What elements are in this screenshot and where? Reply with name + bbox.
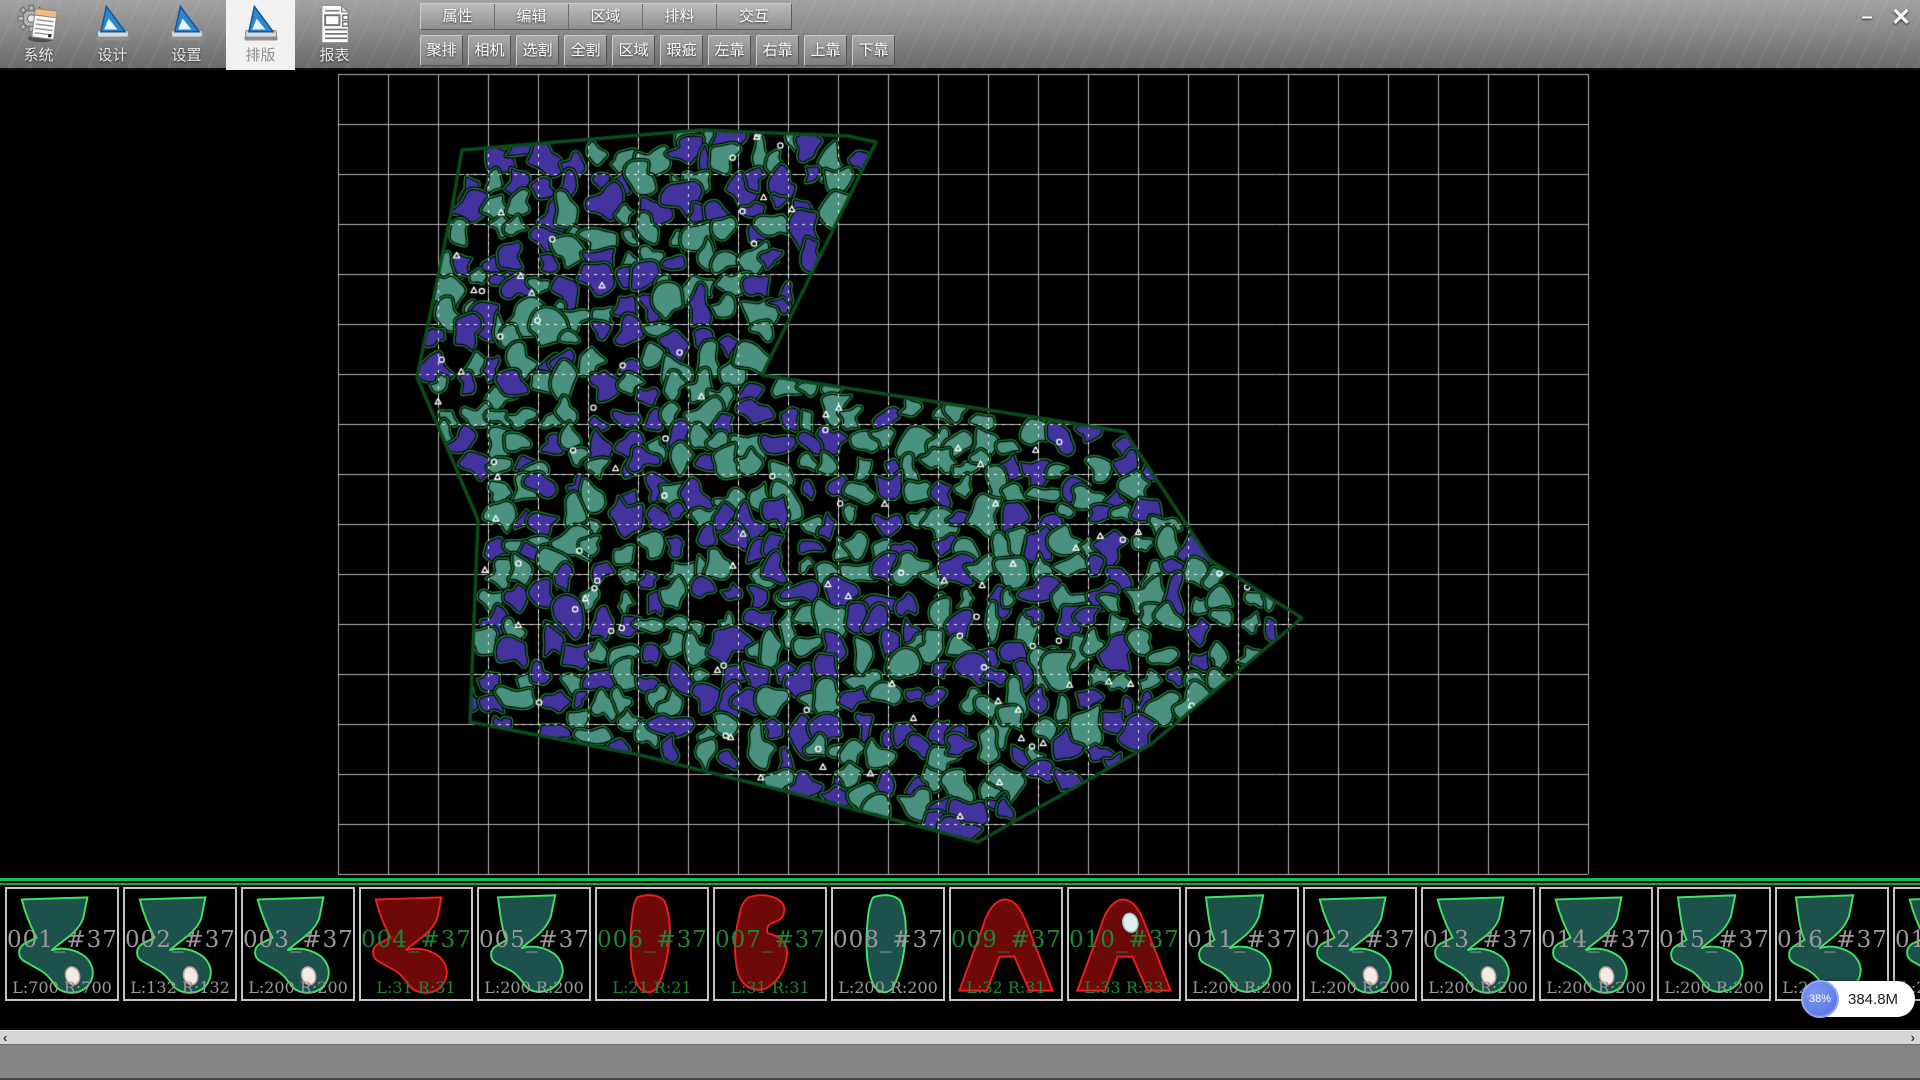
tab-design[interactable]: 设计 (78, 0, 147, 70)
part-thumbnail[interactable]: 002_#37 L:132 R:132 (123, 887, 237, 1001)
part-thumbnail[interactable]: 013_#37 L:200 R:200 (1421, 887, 1535, 1001)
part-label: 016_#37 (1777, 927, 1887, 953)
part-counts: L:700 R:700 (7, 978, 117, 997)
part-thumbnail[interactable]: 009_#37 L:32 R:31 (949, 887, 1063, 1001)
part-thumbnail[interactable]: 008_#37 L:200 R:200 (831, 887, 945, 1001)
menu-bar: 属性编辑区域排料交互 (420, 3, 792, 30)
tool-button-7[interactable]: 左靠 (708, 35, 751, 66)
strip-divider-line (0, 878, 1920, 881)
part-counts: L:33 R:33 (1069, 978, 1179, 997)
part-counts: L:132 R:132 (125, 978, 235, 997)
strip-divider-line-2 (0, 883, 1920, 885)
tool-button-3[interactable]: 选割 (516, 35, 559, 66)
system-gear-icon (17, 2, 61, 46)
part-counts: L:21 R:21 (597, 978, 707, 997)
part-thumbnail[interactable]: 011_#37 L:200 R:200 (1185, 887, 1299, 1001)
tool-button-4[interactable]: 全割 (564, 35, 607, 66)
bottom-bar (0, 1044, 1920, 1078)
part-label: 014_#37 (1541, 927, 1651, 953)
menu-item-4[interactable]: 排料 (643, 4, 717, 29)
tool-button-10[interactable]: 下靠 (852, 35, 895, 66)
menu-item-2[interactable]: 编辑 (495, 4, 569, 29)
part-label: 012_#37 (1305, 927, 1415, 953)
part-counts: L:32 R:31 (951, 978, 1061, 997)
part-thumbnail[interactable]: 015_#37 L:200 R:200 (1657, 887, 1771, 1001)
tab-report[interactable]: 报表 (300, 0, 369, 70)
part-thumbnail[interactable]: 006_#37 L:21 R:21 (595, 887, 709, 1001)
tab-label: 设置 (171, 46, 201, 66)
parts-strip: 001_#37 L:700 R:700 002_#37 L:132 R:132 003_… (0, 878, 1920, 1030)
menu-item-3[interactable]: 区域 (569, 4, 643, 29)
part-label: 017_#37 (1895, 927, 1920, 953)
tab-label: 排版 (245, 46, 275, 66)
tab-label: 报表 (319, 46, 349, 66)
part-label: 013_#37 (1423, 927, 1533, 953)
part-label: 009_#37 (951, 927, 1061, 953)
part-counts: L:200 R:200 (479, 978, 589, 997)
menu-item-1[interactable]: 属性 (421, 4, 495, 29)
part-label: 006_#37 (597, 927, 707, 953)
window-controls: – ✕ (1852, 2, 1916, 32)
horizontal-scrollbar[interactable]: ‹ › (0, 1030, 1920, 1044)
part-label: 008_#37 (833, 927, 943, 953)
part-label: 003_#37 (243, 927, 353, 953)
part-counts: L:31 R:31 (361, 978, 471, 997)
part-counts: L:200 R:200 (1541, 978, 1651, 997)
report-icon (313, 2, 357, 46)
part-thumbnail[interactable]: 001_#37 L:700 R:700 (5, 887, 119, 1001)
menu-item-5[interactable]: 交互 (717, 4, 791, 29)
scroll-right-arrow[interactable]: › (1911, 1030, 1915, 1045)
ruler-icon (165, 2, 209, 46)
part-counts: L:200 R:200 (1423, 978, 1533, 997)
part-counts: L:200 R:200 (1187, 978, 1297, 997)
tool-button-5[interactable]: 区域 (612, 35, 655, 66)
part-label: 010_#37 (1069, 927, 1179, 953)
tool-button-9[interactable]: 上靠 (804, 35, 847, 66)
part-thumbnail[interactable]: 007_#37 L:31 R:31 (713, 887, 827, 1001)
part-thumbnails: 001_#37 L:700 R:700 002_#37 L:132 R:132 003_… (5, 887, 1920, 1001)
part-thumbnail[interactable]: 003_#37 L:200 R:200 (241, 887, 355, 1001)
ruler-icon (91, 2, 135, 46)
tool-button-8[interactable]: 右靠 (756, 35, 799, 66)
menu-area: 属性编辑区域排料交互 聚排相机选割全割区域瑕疵左靠右靠上靠下靠 (420, 0, 895, 66)
tool-button-1[interactable]: 聚排 (420, 35, 463, 66)
part-label: 011_#37 (1187, 927, 1297, 953)
tool-bar: 聚排相机选割全割区域瑕疵左靠右靠上靠下靠 (420, 35, 895, 66)
part-counts: L:200 R:200 (833, 978, 943, 997)
part-label: 005_#37 (479, 927, 589, 953)
part-label: 004_#37 (361, 927, 471, 953)
tab-label: 系统 (23, 46, 53, 66)
tab-label: 设计 (97, 46, 127, 66)
toolbar: 系统设计设置排版报表 属性编辑区域排料交互 聚排相机选割全割区域瑕疵左靠右靠上靠… (0, 0, 1920, 70)
part-label: 007_#37 (715, 927, 825, 953)
main-tabs: 系统 设计 设置 排版 报表 (4, 0, 369, 70)
part-thumbnail[interactable]: 012_#37 L:200 R:200 (1303, 887, 1417, 1001)
nesting-canvas[interactable] (0, 70, 1920, 878)
tab-layout[interactable]: 排版 (226, 0, 295, 70)
tab-settings[interactable]: 设置 (152, 0, 221, 70)
minimize-button[interactable]: – (1852, 2, 1882, 32)
memory-size: 384.8M (1848, 991, 1898, 1008)
tool-button-2[interactable]: 相机 (468, 35, 511, 66)
app-window: 系统设计设置排版报表 属性编辑区域排料交互 聚排相机选割全割区域瑕疵左靠右靠上靠… (0, 0, 1920, 1080)
part-label: 001_#37 (7, 927, 117, 953)
progress-circle: 38% (1801, 980, 1839, 1018)
scroll-left-arrow[interactable]: ‹ (3, 1030, 7, 1045)
part-counts: L:200 R:200 (1305, 978, 1415, 997)
ruler-icon (239, 2, 283, 46)
part-thumbnail[interactable]: 014_#37 L:200 R:200 (1539, 887, 1653, 1001)
part-label: 015_#37 (1659, 927, 1769, 953)
close-button[interactable]: ✕ (1886, 2, 1916, 32)
part-counts: L:200 R:200 (1659, 978, 1769, 997)
part-thumbnail[interactable]: 004_#37 L:31 R:31 (359, 887, 473, 1001)
memory-badge: 38% 384.8M (1803, 981, 1915, 1017)
tab-system[interactable]: 系统 (4, 0, 73, 70)
part-thumbnail[interactable]: 005_#37 L:200 R:200 (477, 887, 591, 1001)
part-thumbnail[interactable]: 010_#37 L:33 R:33 (1067, 887, 1181, 1001)
part-counts: L:200 R:200 (243, 978, 353, 997)
part-counts: L:31 R:31 (715, 978, 825, 997)
tool-button-6[interactable]: 瑕疵 (660, 35, 703, 66)
part-label: 002_#37 (125, 927, 235, 953)
